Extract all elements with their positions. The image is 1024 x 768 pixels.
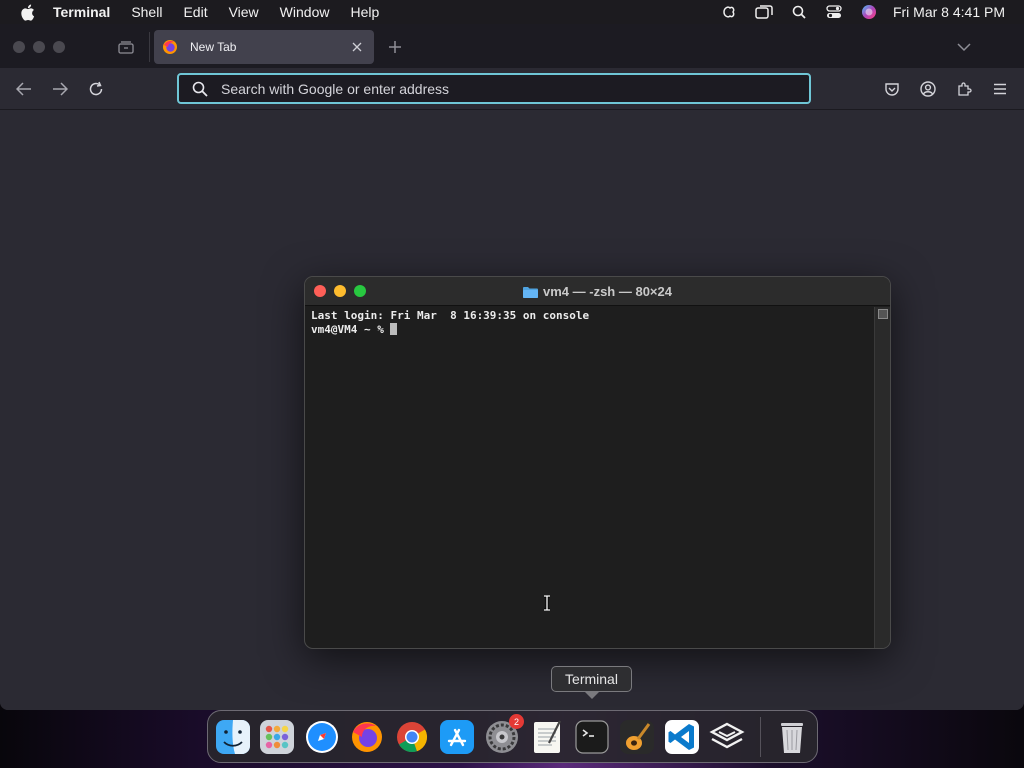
window-minimize-button[interactable] [33,41,45,53]
tab-strip: New Tab [0,24,1024,68]
address-bar[interactable] [177,73,811,104]
app-store-icon [440,720,474,754]
terminal-prompt: vm4@VM4 ~ % [311,323,391,336]
firefox-favicon-icon [163,40,177,54]
dock-trash[interactable] [771,716,813,758]
terminal-title-bar[interactable]: vm4 — -zsh — 80×24 [305,277,890,306]
dock-tooltip-pointer [584,691,600,699]
notification-badge: 2 [509,714,524,729]
terminal-title: vm4 — -zsh — 80×24 [543,284,672,299]
dock-launchpad[interactable] [256,716,298,758]
window-zoom-button[interactable] [53,41,65,53]
terminal-output[interactable]: Last login: Fri Mar 8 16:39:35 on consol… [305,307,874,648]
folder-icon [523,286,538,298]
launchpad-icon [260,720,294,754]
vscode-icon [665,720,699,754]
firefox-view-icon[interactable] [116,38,136,56]
creative-cloud-icon[interactable] [720,3,738,21]
safari-icon [306,721,338,753]
menu-edit[interactable]: Edit [183,4,207,20]
dock-terminal[interactable] [571,716,613,758]
account-icon[interactable] [918,79,938,99]
tab-new-tab[interactable]: New Tab [154,30,374,64]
control-center-icon[interactable] [825,3,843,21]
terminal-prompt-line: vm4@VM4 ~ % [311,323,868,337]
reload-icon[interactable] [86,79,106,99]
dock-chrome[interactable] [391,716,433,758]
back-arrow-icon[interactable] [14,79,34,99]
hamburger-menu-icon[interactable] [990,79,1010,99]
spotlight-search-icon[interactable] [790,3,808,21]
screen-mirroring-icon[interactable] [755,3,773,21]
terminal-line-login: Last login: Fri Mar 8 16:39:35 on consol… [311,309,590,322]
menu-view[interactable]: View [229,4,259,20]
terminal-window[interactable]: vm4 — -zsh — 80×24 Last login: Fri Mar 8… [304,276,891,649]
dock-divider [760,717,761,757]
apple-menu-icon[interactable] [19,4,35,21]
window-close-button[interactable] [13,41,25,53]
new-tab-plus-icon[interactable] [386,38,404,56]
menu-help[interactable]: Help [350,4,379,20]
terminal-icon [575,720,609,754]
dock: 2 [207,710,818,763]
tab-close-icon[interactable] [350,40,364,54]
dock-garageband[interactable] [616,716,658,758]
search-icon [191,80,209,98]
dock-vscode[interactable] [661,716,703,758]
dock-system-settings[interactable]: 2 [481,714,524,758]
tab-title: New Tab [190,40,237,54]
tab-strip-divider [149,32,150,62]
menu-shell[interactable]: Shell [131,4,162,20]
forward-arrow-icon[interactable] [50,79,70,99]
unknown-app-icon [709,722,745,749]
extensions-puzzle-icon[interactable] [954,79,974,99]
dock-unknown-app[interactable] [706,716,748,758]
dock-textedit[interactable] [526,716,568,758]
dock-safari[interactable] [301,716,343,758]
menu-window[interactable]: Window [280,4,330,20]
siri-icon[interactable] [860,3,878,21]
trash-icon [781,723,803,753]
finder-icon [216,720,250,754]
terminal-cursor [390,323,398,335]
ibeam-cursor-icon [544,595,550,611]
menu-bar: Terminal Shell Edit View Window Help Fri… [0,0,1024,24]
scrollbar-button[interactable] [878,309,888,319]
textedit-icon [534,720,561,753]
menu-app-name[interactable]: Terminal [53,4,110,20]
firefox-icon [352,722,382,752]
chrome-icon [397,722,428,753]
address-input[interactable] [221,75,809,102]
garageband-icon [620,720,654,754]
dock-app-store[interactable] [436,716,478,758]
terminal-scrollbar[interactable] [874,307,890,648]
pocket-icon[interactable] [882,79,902,99]
dock-finder[interactable] [212,716,254,758]
list-all-tabs-chevron-icon[interactable] [956,40,972,54]
menu-bar-clock[interactable]: Fri Mar 8 4:41 PM [893,4,1005,20]
dock-firefox[interactable] [346,716,388,758]
navigation-toolbar [0,68,1024,110]
dock-tooltip: Terminal [551,666,632,692]
